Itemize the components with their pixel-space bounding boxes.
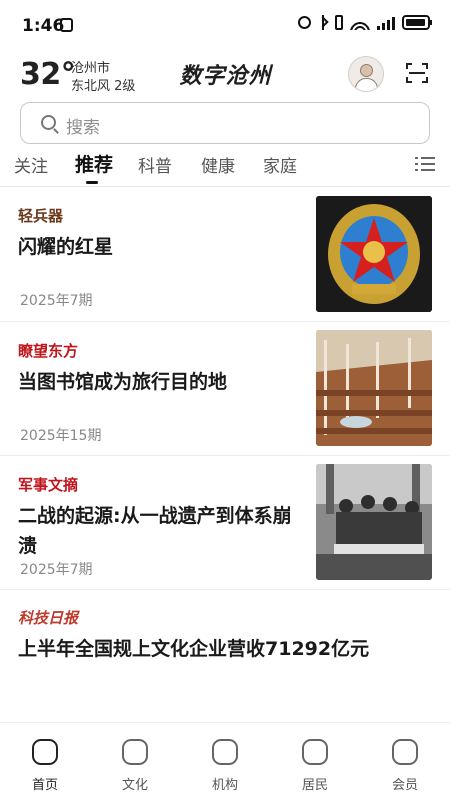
avatar-head [360,64,373,77]
article-source: 军事文摘 [18,476,79,494]
tab-health[interactable]: 健康 [201,152,235,177]
category-tabs: 关注 推荐 科普 健康 家庭 [0,150,450,186]
article-item[interactable]: 瞭望东方 当图书馆成为旅行目的地 2025年15期 [0,322,450,456]
article-item[interactable]: 军事文摘 二战的起源:从一战遗产到体系崩溃 2025年7期 [0,456,450,590]
alarm-icon [298,16,311,29]
bottom-nav: 首页 文化 机构 居民 会员 [0,722,450,800]
nav-culture[interactable]: 文化 [90,723,180,800]
status-icons [298,15,432,30]
resident-icon [302,739,328,765]
nfc-icon [60,18,73,32]
article-title: 上半年全国规上文化企业营收71292亿元 [18,638,370,660]
article-source: 瞭望东方 [18,342,79,360]
nav-label: 首页 [31,778,58,793]
article-thumbnail-library [316,330,432,446]
tab-active-indicator [86,181,98,184]
article-item[interactable]: 轻兵器 闪耀的红星 2025年7期 [0,187,450,322]
tab-science[interactable]: 科普 [138,152,172,177]
weather-city: 沧州市 [71,61,111,76]
battery-icon [402,15,432,30]
article-thumbnail-historical-photo [316,464,432,580]
tab-recommend[interactable]: 推荐 [75,150,113,177]
tab-family[interactable]: 家庭 [263,152,297,177]
bluetooth-icon [318,15,328,30]
search-input[interactable]: 搜索 [20,102,430,144]
home-icon [32,739,58,765]
avatar-body [355,78,378,91]
article-source: 轻兵器 [18,207,64,225]
article-item[interactable]: 科技日报 上半年全国规上文化企业营收71292亿元 [0,590,450,690]
tab-follow[interactable]: 关注 [14,152,48,177]
status-time: 1:46 [22,16,65,36]
article-title: 当图书馆成为旅行目的地 [18,371,228,393]
article-issue: 2025年15期 [20,428,102,444]
nav-institution[interactable]: 机构 [180,723,270,800]
institution-icon [212,739,238,765]
search-placeholder: 搜索 [66,118,100,138]
scan-icon[interactable] [406,63,428,83]
wifi-icon [350,16,370,30]
nav-label: 文化 [121,778,148,793]
nav-member[interactable]: 会员 [360,723,450,800]
article-title: 二战的起源:从一战遗产到体系崩溃 [18,505,292,557]
member-icon [392,739,418,765]
weather-wind: 东北风 2级 [71,79,136,94]
avatar[interactable] [348,56,384,92]
signal-icon [377,16,395,30]
article-issue: 2025年7期 [20,562,93,578]
culture-icon [122,739,148,765]
nav-label: 居民 [301,778,328,793]
weather-temperature: 32° [20,57,76,92]
search-icon [41,115,56,130]
status-bar: 1:46 [0,0,450,50]
vibrate-icon [335,15,343,30]
nav-home[interactable]: 首页 [0,723,90,800]
nav-resident[interactable]: 居民 [270,723,360,800]
article-issue: 2025年7期 [20,293,93,309]
article-thumbnail-badge [316,196,432,312]
article-source: 科技日报 [18,609,79,627]
article-title: 闪耀的红星 [18,236,114,258]
nav-label: 机构 [211,778,238,793]
tab-menu-icon[interactable] [415,155,435,173]
brand-logo: 数字沧州 [179,63,272,89]
nav-label: 会员 [391,778,418,793]
